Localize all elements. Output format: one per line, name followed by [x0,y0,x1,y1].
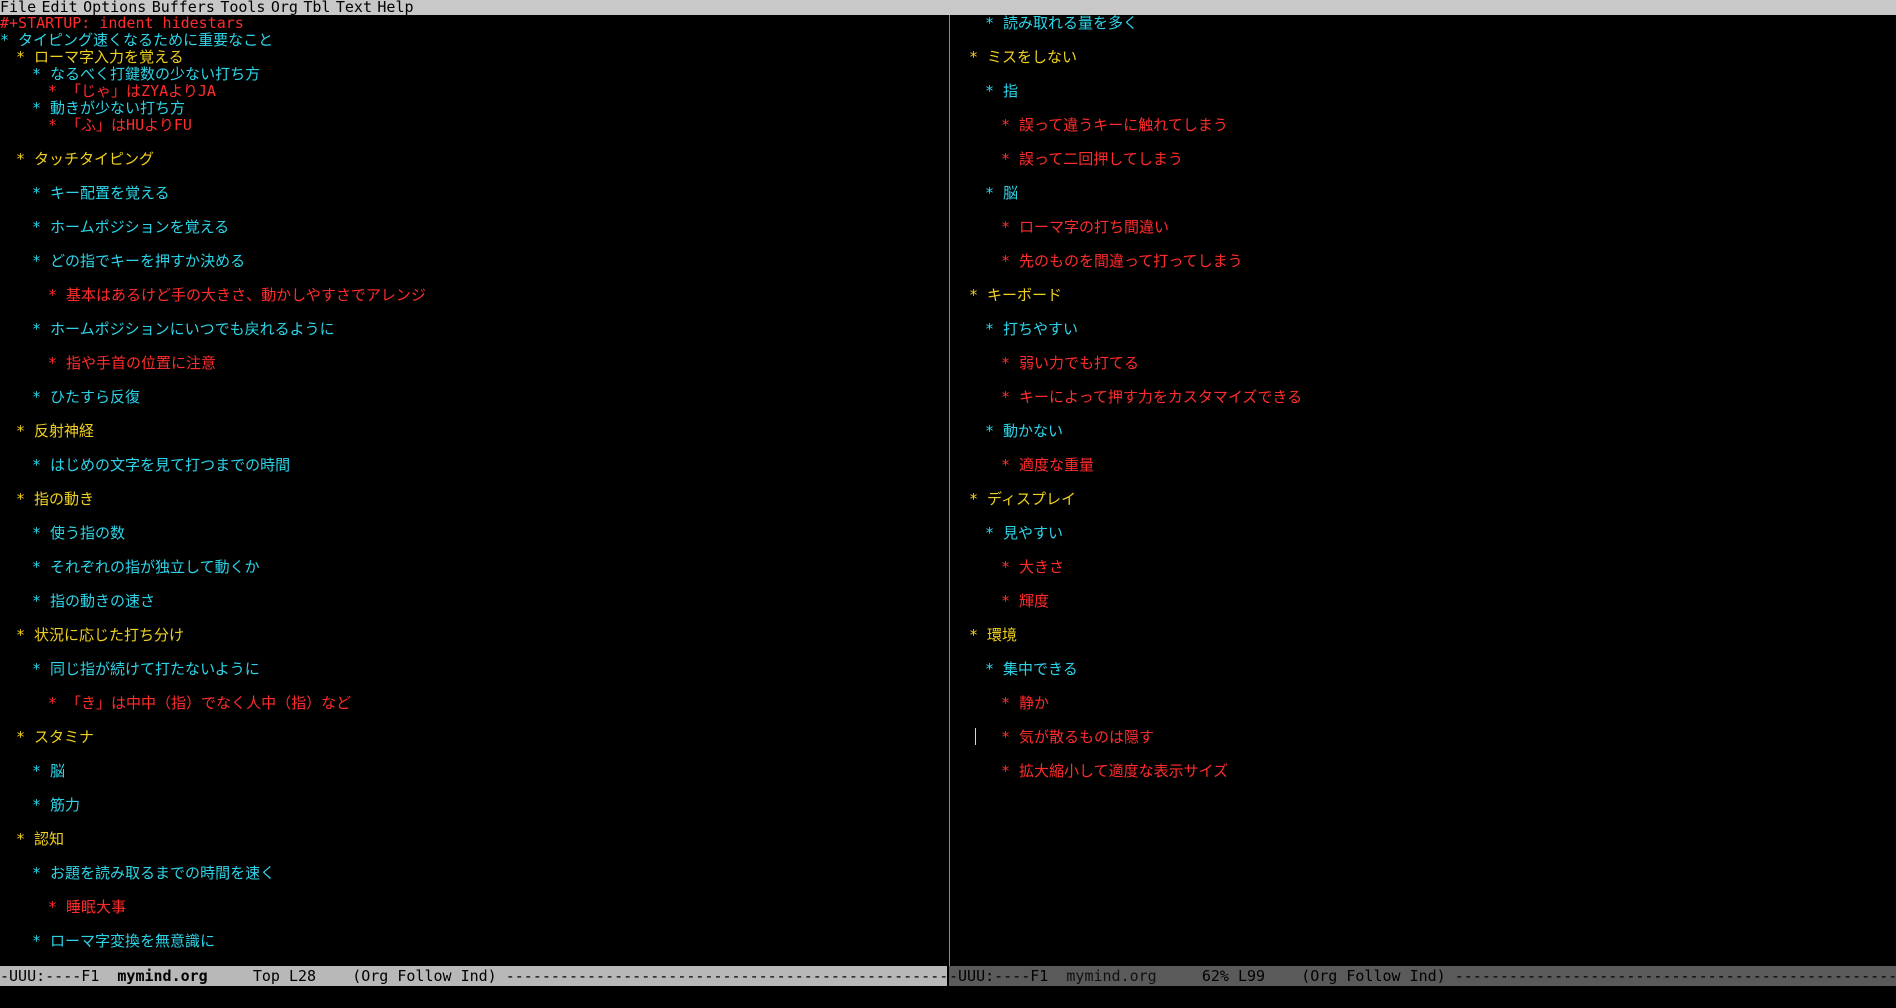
outline-heading[interactable]: * 大きさ [1001,559,1064,576]
outline-heading[interactable]: * 「じゃ」はZYAよりJA [48,83,216,100]
mode-line-status: -UUU:----F1 [949,967,1067,985]
outline-heading[interactable]: * ローマ字入力を覚える [16,49,184,66]
outline-heading[interactable]: * 脳 [32,763,65,780]
outline-heading[interactable]: * 基本はあるけど手の大きさ、動かしやすさでアレンジ [48,287,426,304]
outline-heading[interactable]: * 「き」は中中（指）でなく人中（指）など [48,695,351,712]
outline-heading[interactable]: * 睡眠大事 [48,899,126,916]
mode-line-modes[interactable]: (Org Follow Ind) [1301,967,1455,985]
outline-heading[interactable]: * はじめの文字を見て打つまでの時間 [32,457,290,474]
outline-heading[interactable]: * 誤って二回押してしまう [1001,151,1183,168]
outline-heading[interactable]: * 指の動き [16,491,94,508]
menu-item-tbl[interactable]: Tbl [303,0,330,16]
outline-heading[interactable]: * ホームポジションを覚える [32,219,229,236]
mode-line-status: -UUU:----F1 [0,967,118,985]
outline-heading[interactable]: * 反射神経 [16,423,94,440]
outline-heading[interactable]: * キーボード [969,287,1062,304]
outline-heading[interactable]: * タッチタイピング [16,151,154,168]
mode-line-fill: ----------------------------------------… [505,967,947,985]
outline-heading[interactable]: * ローマ字の打ち間違い [1001,219,1169,236]
outline-heading[interactable]: * 気が散るものは隠す [1001,729,1154,746]
outline-heading[interactable]: * 集中できる [985,661,1078,678]
outline-heading[interactable]: * 脳 [985,185,1018,202]
outline-heading[interactable]: * ディスプレイ [969,491,1076,508]
outline-heading[interactable]: * 動かない [985,423,1063,440]
menu-item-file[interactable]: File [0,0,36,16]
outline-heading[interactable]: * 「ふ」はHUよりFU [48,117,192,134]
outline-heading[interactable]: * 拡大縮小して適度な表示サイズ [1001,763,1228,780]
outline-heading[interactable]: * ローマ字変換を無意識に [32,933,215,950]
menu-item-text[interactable]: Text [336,0,372,16]
outline-heading[interactable]: * どの指でキーを押すか決める [32,253,245,270]
outline-heading[interactable]: * キーによって押す力をカスタマイズできる [1001,389,1302,406]
outline-heading[interactable]: * 指や手首の位置に注意 [48,355,216,372]
outline-heading[interactable]: * 動きが少ない打ち方 [32,100,185,117]
outline-heading[interactable]: * お題を読み取るまでの時間を速く [32,865,275,882]
mode-line-fill: ----------------------------------------… [1454,967,1896,985]
text-cursor [975,728,976,745]
menu-item-edit[interactable]: Edit [42,0,78,16]
outline-heading[interactable]: * 打ちやすい [985,321,1078,338]
outline-heading[interactable]: * 輝度 [1001,593,1049,610]
outline-heading[interactable]: * ひたすら反復 [32,389,140,406]
outline-heading[interactable]: * 弱い力でも打てる [1001,355,1139,372]
mode-line-position: 62% L99 [1156,967,1302,985]
mode-line-left[interactable]: -UUU:----F1 mymind.org Top L28 (Org Foll… [0,966,947,986]
outline-heading[interactable]: #+STARTUP: indent hidestars [0,15,244,32]
outline-heading[interactable]: * 静か [1001,695,1049,712]
outline-heading[interactable]: * 使う指の数 [32,525,125,542]
minibuffer[interactable] [0,986,1896,1008]
outline-heading[interactable]: * 指の動きの速さ [32,593,155,610]
outline-heading[interactable]: * キー配置を覚える [32,185,170,202]
mode-line-right[interactable]: -UUU:----F1 mymind.org 62% L99 (Org Foll… [949,966,1896,986]
menu-item-tools[interactable]: Tools [220,0,265,16]
outline-heading[interactable]: * タイピング速くなるために重要なこと [0,32,273,49]
right-editor-pane[interactable]: * 読み取れる量を多く * ミスをしない * 指 * 誤って違うキーに触れてしまう * … [953,15,1896,966]
outline-heading[interactable]: * 先のものを間違って打ってしまう [1001,253,1243,270]
menu-bar: File Edit Options Buffers Tools Org Tbl Text Hel… [0,0,1896,15]
outline-heading[interactable]: * 状況に応じた打ち分け [16,627,184,644]
outline-heading[interactable]: * 指 [985,83,1018,100]
left-editor-pane[interactable]: #+STARTUP: indent hidestars * タイピング速くなるため… [0,15,947,966]
outline-heading[interactable]: * 同じ指が続けて打たないように [32,661,260,678]
outline-heading[interactable]: * 見やすい [985,525,1063,542]
outline-heading[interactable]: * なるべく打鍵数の少ない打ち方 [32,66,260,83]
outline-heading[interactable]: * 誤って違うキーに触れてしまう [1001,117,1228,134]
mode-line-buffer-name[interactable]: mymind.org [117,967,207,985]
menu-item-buffers[interactable]: Buffers [152,0,215,16]
menu-item-org[interactable]: Org [271,0,298,16]
outline-heading[interactable]: * ホームポジションにいつでも戻れるように [32,321,335,338]
menu-item-help[interactable]: Help [377,0,413,16]
mode-line-position: Top L28 [207,967,353,985]
outline-heading[interactable]: * 筋力 [32,797,80,814]
outline-heading[interactable]: * 読み取れる量を多く [985,15,1138,32]
menu-item-options[interactable]: Options [83,0,146,16]
outline-heading[interactable]: * 環境 [969,627,1017,644]
outline-heading[interactable]: * スタミナ [16,729,94,746]
outline-heading[interactable]: * 適度な重量 [1001,457,1094,474]
outline-heading[interactable]: * 認知 [16,831,64,848]
outline-heading[interactable]: * ミスをしない [969,49,1077,66]
outline-heading[interactable]: * それぞれの指が独立して動くか [32,559,260,576]
mode-line-buffer-name[interactable]: mymind.org [1066,967,1156,985]
mode-line-modes[interactable]: (Org Follow Ind) [352,967,506,985]
